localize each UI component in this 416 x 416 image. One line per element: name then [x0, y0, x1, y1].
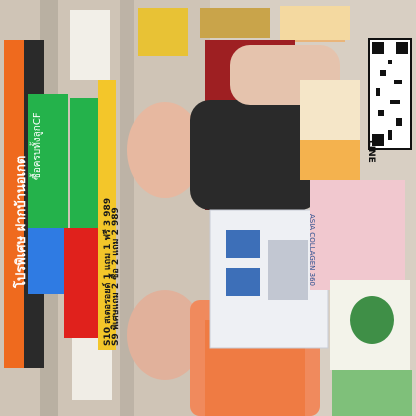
video-frame: โปรพิเศษ ฝากบ้านอเกต ซื้อครบทั้งลูกCF S1…: [0, 0, 416, 416]
promo-headline: โปรพิเศษ ฝากบ้านอเกต: [14, 155, 29, 288]
qr-code: LINE: [366, 38, 412, 163]
qr-pattern: [372, 42, 408, 146]
promo-subline: ซื้อครบทั้งลูกCF: [32, 112, 43, 180]
promo-overlay: โปรพิเศษ ฝากบ้านอเกต ซื้อครบทั้งลูกCF S1…: [4, 40, 121, 368]
qr-label: LINE: [366, 140, 376, 163]
promo-line-2: S9 พิเศษแถม 2 ซื้อ 2 แถม 2 989: [111, 207, 121, 346]
product-box-text: ASIA COLLAGEN 360: [308, 214, 316, 287]
